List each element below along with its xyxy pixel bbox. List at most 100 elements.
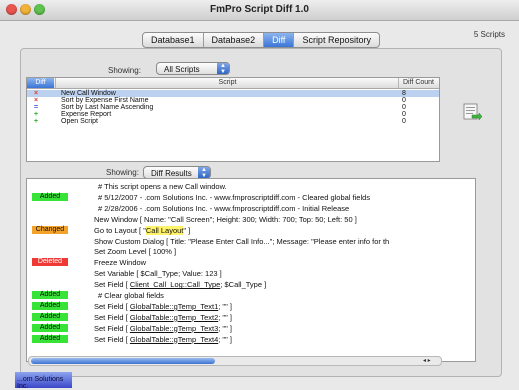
script-step-text: Set Field [ GlobalTable::gTemp_Text4; ""… <box>94 335 232 344</box>
step-fragment: Freeze Window <box>94 258 147 268</box>
diff-line: Added # Clear global fields <box>27 291 475 300</box>
table-row[interactable]: × New Call Window 8 <box>27 90 439 97</box>
company-logo: ...om Solutions Inc. <box>15 372 72 390</box>
script-name: New Call Window <box>61 90 116 97</box>
status-badge: Added <box>32 301 68 310</box>
table-row[interactable]: × Sort by Expense First Name 0 <box>27 97 439 104</box>
diff-line: # This script opens a new Call window. <box>27 182 475 191</box>
field-reference[interactable]: GlobalTable::gTemp_Text4 <box>130 335 218 344</box>
status-badge: Added <box>32 323 68 332</box>
scroll-arrows-icon[interactable]: ◂ ▸ <box>423 357 431 365</box>
diff-line: Added Set Field [ GlobalTable::gTemp_Text… <box>27 312 475 322</box>
table-row[interactable]: + Open Script 0 <box>27 118 439 125</box>
field-reference[interactable]: GlobalTable::gTemp_Text3 <box>130 324 218 333</box>
diff-status-mark: + <box>34 111 39 118</box>
step-fragment: Set Field [ <box>94 334 130 344</box>
scripts-count: 5 Scripts <box>473 30 505 39</box>
diff-line: New Window [ Name: "Call Screen"; Height… <box>27 215 475 224</box>
status-badge: Added <box>32 334 68 343</box>
script-filter-value: All Scripts <box>164 65 200 74</box>
field-reference[interactable]: GlobalTable::gTemp_Text1 <box>130 302 218 311</box>
diff-count: 0 <box>402 118 406 125</box>
diff-status-mark: = <box>34 104 39 111</box>
column-header-diff[interactable]: Diff <box>27 78 54 88</box>
tab-script-repository[interactable]: Script Repository <box>294 33 379 47</box>
horizontal-scrollbar[interactable]: ◂ ▸ <box>28 356 442 366</box>
script-name: Sort by Expense First Name <box>61 97 149 104</box>
title-bar: FmPro Script Diff 1.0 <box>0 0 519 21</box>
window-title: FmPro Script Diff 1.0 <box>210 4 309 15</box>
script-step-text: # 2/28/2006 - .com Solutions Inc. - www.… <box>98 204 349 213</box>
script-step-text: # 5/12/2007 - .com Solutions Inc. - www.… <box>98 193 370 202</box>
popup-arrows-icon: ▲ ▼ <box>198 167 210 179</box>
step-fragment: Set Field [ <box>94 280 130 290</box>
step-fragment: ; "" ] <box>218 312 232 322</box>
step-fragment: # 5/12/2007 - .com Solutions Inc. - www.… <box>98 192 371 202</box>
table-row[interactable]: = Sort by Last Name Ascending 0 <box>27 104 439 111</box>
status-badge: Added <box>32 312 68 321</box>
step-fragment: # This script opens a new Call window. <box>98 182 227 191</box>
step-fragment: Set Variable [ $Call_Type; Value: 123 ] <box>94 269 222 279</box>
script-step-text: Set Variable [ $Call_Type; Value: 123 ] <box>94 269 222 278</box>
diff-line: Set Variable [ $Call_Type; Value: 123 ] <box>27 269 475 278</box>
column-header-script[interactable]: Script <box>55 78 399 88</box>
step-fragment: " ] <box>183 225 191 235</box>
script-step-text: Go to Layout [ "Call Layout" ] <box>94 225 191 235</box>
diff-line: Show Custom Dialog [ Title: "Please Ente… <box>27 237 475 246</box>
script-step-text: Set Field [ GlobalTable::gTemp_Text3; ""… <box>94 324 232 333</box>
column-header-diff-count[interactable]: Diff Count <box>398 78 439 88</box>
script-step-text: # Clear global fields <box>98 291 164 300</box>
diff-line: Added Set Field [ GlobalTable::gTemp_Text… <box>27 301 475 311</box>
showing-label-bottom: Showing: <box>106 168 139 177</box>
showing-label-top: Showing: <box>108 66 141 75</box>
popup-arrows-icon: ▲ ▼ <box>217 63 229 75</box>
diff-count: 0 <box>402 97 406 104</box>
script-step-text: New Window [ Name: "Call Screen"; Height… <box>94 215 357 224</box>
tab-diff[interactable]: Diff <box>264 33 295 47</box>
diff-count: 8 <box>402 90 406 97</box>
diff-count: 0 <box>402 104 406 111</box>
script-step-text: Set Field [ GlobalTable::gTemp_Text1; ""… <box>94 302 232 311</box>
tab-database2[interactable]: Database2 <box>204 33 265 47</box>
diff-status-mark: × <box>34 90 39 97</box>
status-badge: Changed <box>32 225 68 234</box>
script-name: Sort by Last Name Ascending <box>61 104 154 111</box>
step-fragment: Set Field [ <box>94 312 130 322</box>
script-step-text: # This script opens a new Call window. <box>98 182 227 191</box>
export-icon[interactable] <box>462 103 482 121</box>
step-fragment: ; "" ] <box>218 334 232 344</box>
diff-line: # 2/28/2006 - .com Solutions Inc. - www.… <box>27 204 475 213</box>
script-filter-popup[interactable]: All Scripts ▲ ▼ <box>156 62 230 75</box>
step-fragment: Set Field [ <box>94 323 130 333</box>
script-step-text: Set Field [ Client_Call_Log::Call_Type; … <box>94 280 266 289</box>
status-badge: Deleted <box>32 258 68 267</box>
step-fragment: ; "" ] <box>218 323 232 333</box>
diff-line: Deleted Freeze Window <box>27 258 475 267</box>
step-fragment: Set Zoom Level [ 100% ] <box>94 247 177 257</box>
step-fragment: ; "" ] <box>218 301 232 311</box>
script-step-text: Set Zoom Level [ 100% ] <box>94 247 176 256</box>
field-reference[interactable]: GlobalTable::gTemp_Text2 <box>130 313 218 322</box>
diff-line: Set Zoom Level [ 100% ] <box>27 247 475 256</box>
script-step-text: Show Custom Dialog [ Title: "Please Ente… <box>94 237 389 246</box>
diff-status-mark: × <box>34 97 39 104</box>
step-fragment: # 2/28/2006 - .com Solutions Inc. - www.… <box>98 203 350 213</box>
step-fragment: Set Field [ <box>94 301 130 311</box>
scrollbar-thumb[interactable] <box>31 358 215 364</box>
scripts-table: Diff Script Diff Count × New Call Window 8… <box>26 77 440 162</box>
diff-line: Added Set Field [ GlobalTable::gTemp_Text… <box>27 334 475 344</box>
step-fragment: Show Custom Dialog [ Title: "Please Ente… <box>94 236 390 246</box>
tab-bar: Database1 Database2 Diff Script Reposito… <box>142 32 380 48</box>
diff-line: Added # 5/12/2007 - .com Solutions Inc. -… <box>27 192 475 202</box>
script-name: Expense Report <box>61 111 112 118</box>
script-step-text: Set Field [ GlobalTable::gTemp_Text2; ""… <box>94 313 232 322</box>
table-row[interactable]: + Expense Report 0 <box>27 111 439 118</box>
diff-line: Changed Go to Layout [ "Call Layout" ] <box>27 225 475 235</box>
diff-status-mark: + <box>34 118 39 125</box>
field-reference[interactable]: Client_Call_Log::Call_Type <box>130 280 220 289</box>
step-fragment: New Window [ Name: "Call Screen"; Height… <box>94 214 357 224</box>
step-fragment: # Clear global fields <box>98 291 164 300</box>
script-step-text: Freeze Window <box>94 258 146 267</box>
tab-database1[interactable]: Database1 <box>143 33 204 47</box>
diff-filter-value: Diff Results <box>151 169 192 178</box>
